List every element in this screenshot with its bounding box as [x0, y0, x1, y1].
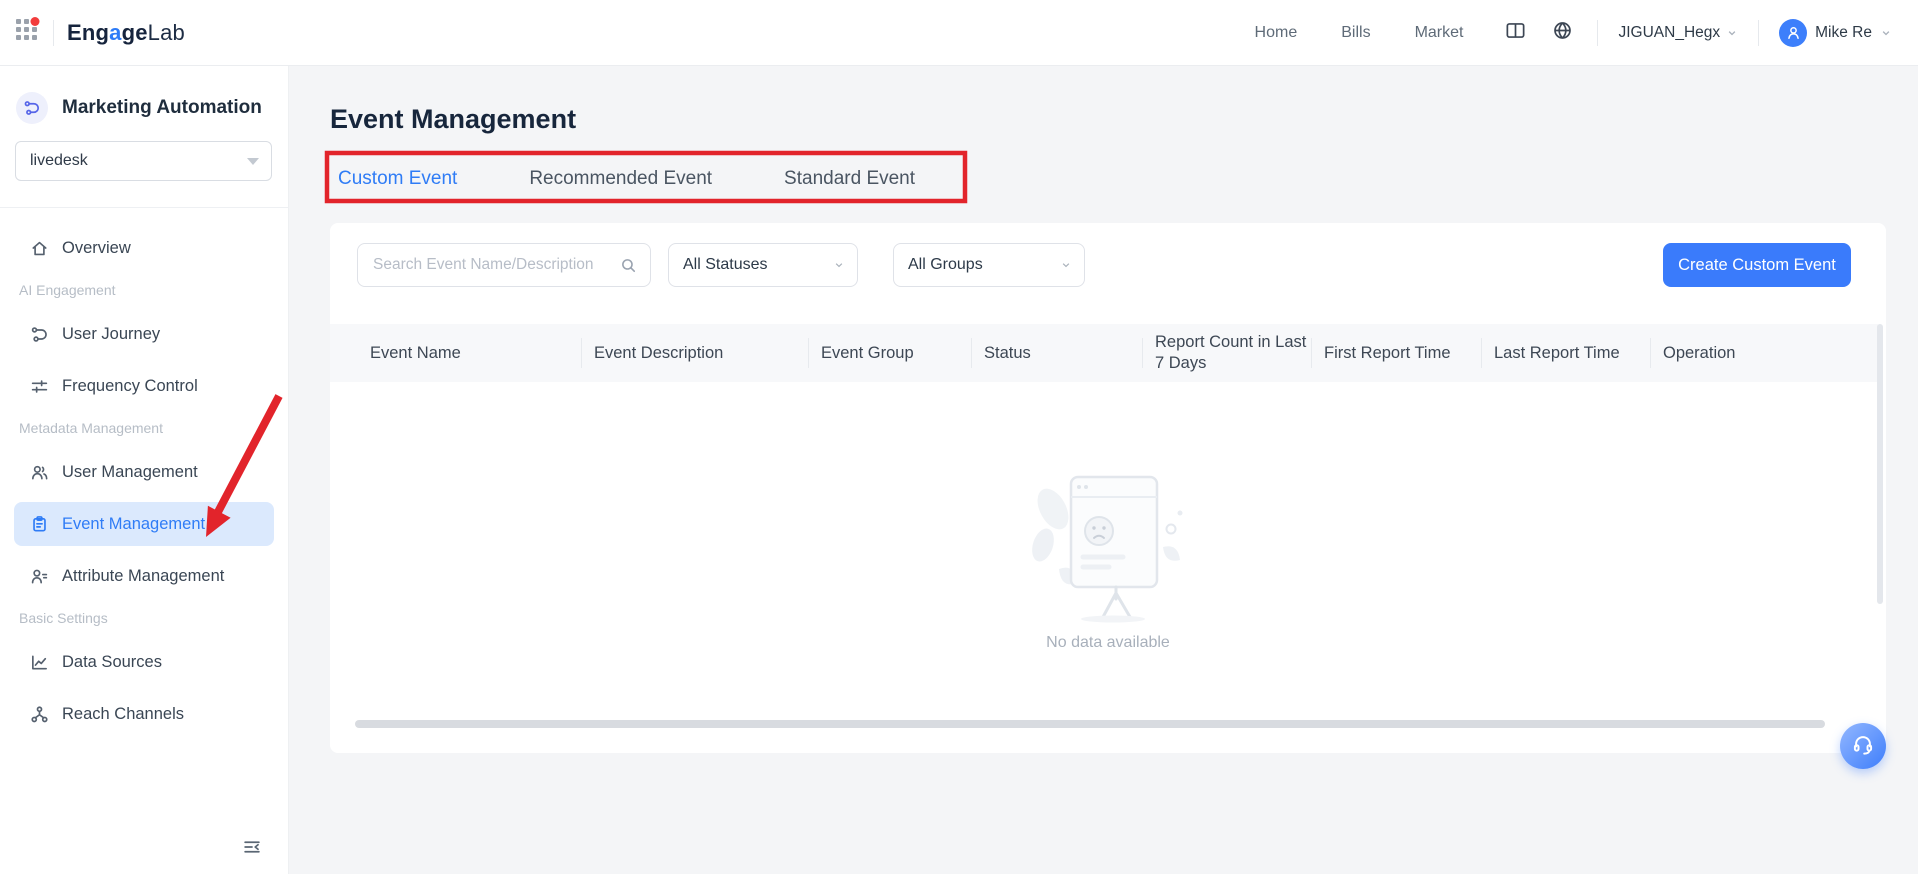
clipboard-icon — [30, 515, 49, 534]
sidebar-item-label: User Management — [62, 462, 198, 481]
layout-columns-icon[interactable] — [1505, 20, 1526, 46]
tab-custom-event[interactable]: Custom Event — [338, 166, 458, 203]
empty-state: No data available — [330, 451, 1886, 652]
status-filter-value: All Statuses — [683, 256, 768, 273]
event-tabs: Custom Event Recommended Event Standard Ev… — [338, 166, 915, 203]
nav-link-market[interactable]: Market — [1415, 24, 1464, 42]
support-fab[interactable] — [1840, 723, 1886, 769]
nav-link-bills[interactable]: Bills — [1341, 24, 1370, 42]
collapse-sidebar-icon[interactable] — [242, 837, 262, 862]
globe-icon[interactable] — [1552, 20, 1573, 46]
logo-text-2: ge — [121, 19, 148, 45]
avatar — [1779, 18, 1808, 47]
nav-link-home[interactable]: Home — [1255, 24, 1298, 42]
sidebar-item-reach-channels[interactable]: Reach Channels — [14, 692, 274, 736]
empty-state-text: No data available — [1046, 634, 1170, 651]
column-header-label: Report Count in Last 7 Days — [1155, 333, 1307, 372]
user-name: Mike Re — [1815, 23, 1872, 41]
share-nodes-icon — [30, 705, 49, 724]
table-header-row: Event Name Event Description Event Group St… — [330, 324, 1878, 382]
tab-standard-event[interactable]: Standard Event — [784, 166, 915, 192]
sidebar: Marketing Automation livedesk Overview AI… — [0, 66, 289, 874]
app-selector-value: livedesk — [30, 152, 88, 169]
column-header-label: Status — [984, 343, 1031, 362]
sidebar-item-label: Data Sources — [62, 652, 162, 671]
logo-text: Eng — [67, 19, 110, 45]
org-switcher[interactable]: JIGUAN_Hegx — [1618, 24, 1738, 42]
sliders-icon — [30, 377, 49, 396]
column-header-label: Operation — [1663, 343, 1736, 362]
apps-grid-icon[interactable] — [14, 17, 40, 48]
column-header-status: Status — [971, 324, 1142, 382]
search-box — [357, 243, 651, 287]
marketing-automation-icon — [16, 92, 48, 124]
header-divider — [1758, 19, 1760, 46]
sidebar-item-label: Overview — [62, 238, 131, 257]
header-divider — [1597, 19, 1599, 46]
sidebar-item-overview[interactable]: Overview — [14, 226, 274, 270]
user-menu[interactable]: Mike Re — [1779, 18, 1892, 47]
chevron-down-icon — [1060, 259, 1072, 271]
column-header-event-group: Event Group — [808, 324, 971, 382]
column-header-label: Event Description — [594, 343, 724, 362]
home-icon — [30, 239, 49, 258]
column-header-label: Last Report Time — [1494, 343, 1620, 362]
group-filter-select[interactable]: All Groups — [893, 243, 1085, 287]
chevron-down-icon — [833, 259, 845, 271]
chevron-down-icon — [1726, 27, 1738, 39]
column-header-event-description: Event Description — [581, 324, 808, 382]
attribute-icon — [30, 567, 49, 586]
sidebar-section-metadata-management: Metadata Management — [19, 420, 163, 436]
search-input[interactable] — [358, 244, 620, 286]
sidebar-item-event-management[interactable]: Event Management — [14, 502, 274, 546]
top-nav: Home Bills Market — [1255, 24, 1464, 42]
journey-icon — [30, 325, 49, 344]
no-data-illustration — [1032, 475, 1183, 623]
logo-lab-text: Lab — [147, 19, 185, 45]
column-header-operation: Operation — [1650, 324, 1878, 382]
main-content: Event Management Custom Event Recommended… — [289, 66, 1918, 874]
chart-line-icon — [30, 653, 49, 672]
sidebar-section-ai-engagement: AI Engagement — [19, 282, 116, 298]
top-header: EngageLab Home Bills Market JIGUAN_Hegx — [0, 0, 1918, 66]
column-header-label: Event Group — [821, 343, 914, 362]
caret-down-icon — [247, 158, 259, 165]
create-custom-event-button[interactable]: Create Custom Event — [1663, 243, 1851, 287]
app-selector[interactable]: livedesk — [15, 141, 272, 181]
sidebar-item-label: Event Management — [62, 514, 206, 533]
column-header-label: Event Name — [370, 343, 461, 362]
status-filter-select[interactable]: All Statuses — [668, 243, 858, 287]
horizontal-scrollbar[interactable] — [355, 720, 1825, 728]
logo-a-mark: a — [109, 19, 122, 45]
product-header: Marketing Automation — [0, 66, 288, 124]
sidebar-item-data-sources[interactable]: Data Sources — [14, 640, 274, 684]
column-header-last-report-time: Last Report Time — [1481, 324, 1650, 382]
column-header-event-name: Event Name — [330, 324, 581, 382]
column-header-first-report-time: First Report Time — [1311, 324, 1481, 382]
sidebar-menu: Overview AI Engagement User Journey Frequen… — [0, 208, 288, 736]
page-title: Event Management — [330, 104, 577, 134]
sidebar-item-label: Reach Channels — [62, 704, 184, 723]
sidebar-item-label: Attribute Management — [62, 566, 225, 585]
sidebar-item-user-management[interactable]: User Management — [14, 450, 274, 494]
headset-support-icon — [1851, 732, 1875, 761]
chevron-down-icon — [1880, 27, 1892, 39]
sidebar-item-frequency-control[interactable]: Frequency Control — [14, 364, 274, 408]
sidebar-item-label: Frequency Control — [62, 376, 198, 395]
search-icon[interactable] — [620, 257, 637, 274]
sidebar-item-attribute-management[interactable]: Attribute Management — [14, 554, 274, 598]
org-name: JIGUAN_Hegx — [1618, 23, 1721, 41]
engagelab-logo[interactable]: EngageLab — [67, 20, 185, 46]
header-divider — [53, 19, 54, 46]
group-filter-value: All Groups — [908, 256, 983, 273]
sidebar-item-label: User Journey — [62, 324, 161, 343]
users-icon — [30, 463, 49, 482]
sidebar-item-user-journey[interactable]: User Journey — [14, 312, 274, 356]
product-name: Marketing Automation — [62, 97, 262, 118]
tab-recommended-event[interactable]: Recommended Event — [529, 166, 712, 192]
sidebar-section-basic-settings: Basic Settings — [19, 610, 108, 626]
column-header-label: First Report Time — [1324, 343, 1451, 362]
event-table-card: All Statuses All Groups Create Custom Ev… — [330, 223, 1886, 753]
column-header-report-count-in-last-7-days: Report Count in Last 7 Days — [1142, 324, 1311, 382]
